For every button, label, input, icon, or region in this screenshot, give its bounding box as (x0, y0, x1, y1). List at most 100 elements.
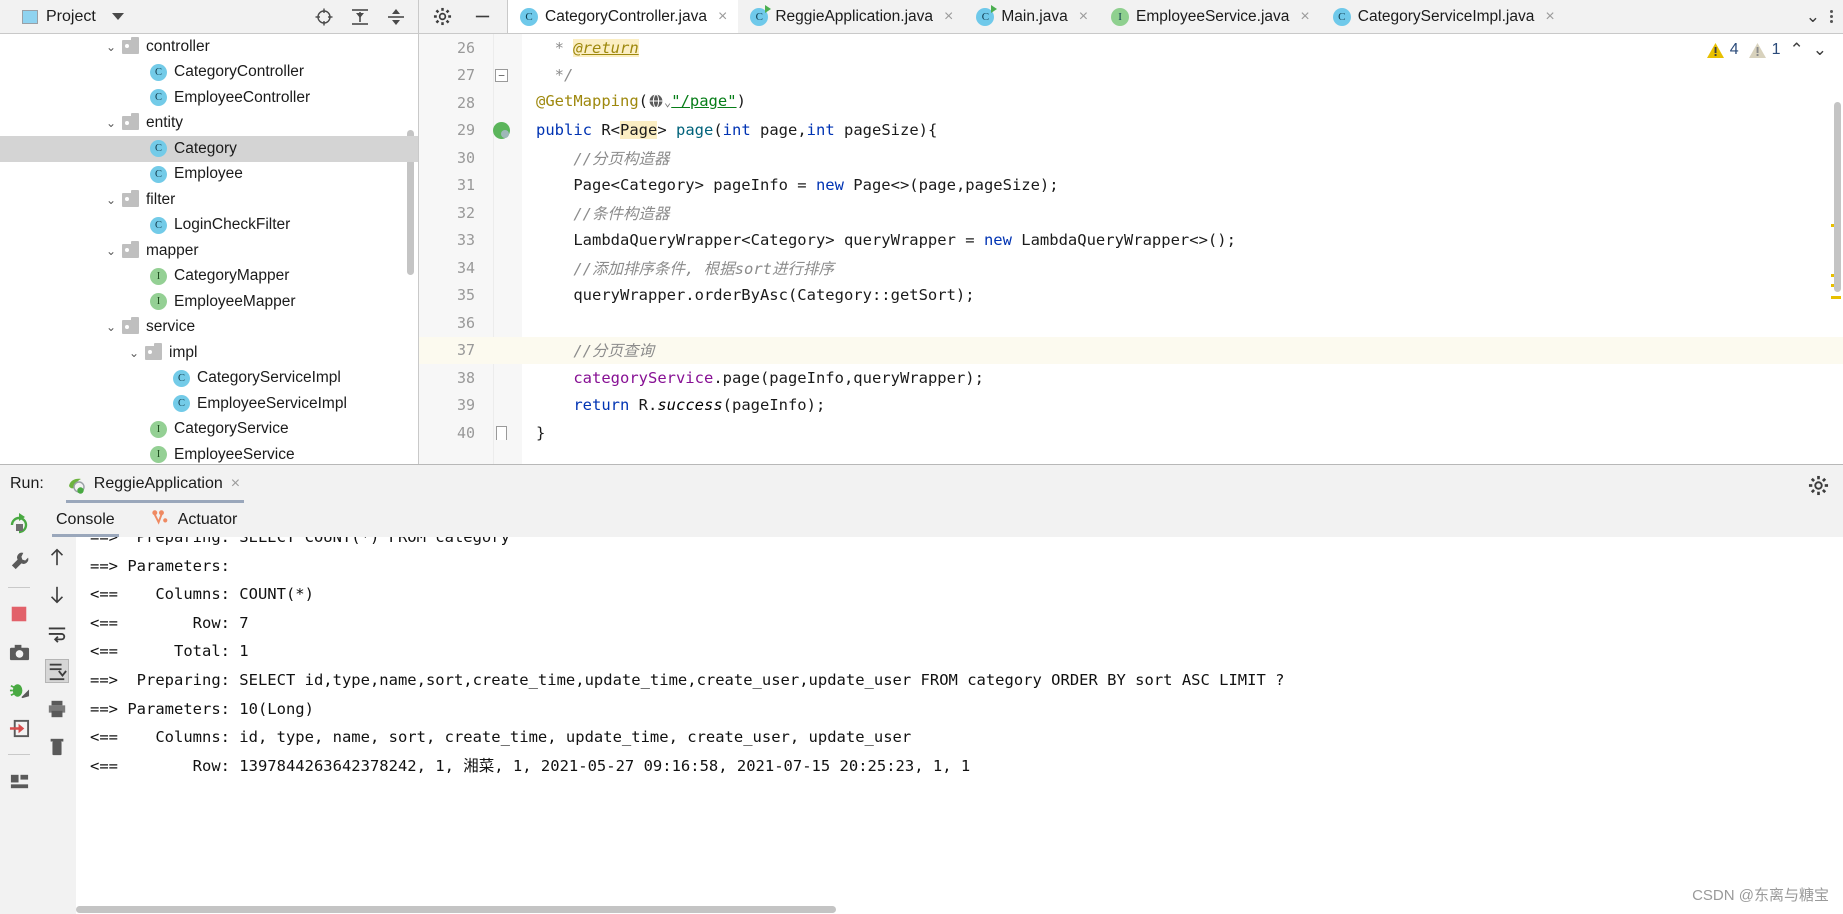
collapse-all-icon[interactable] (386, 7, 406, 27)
tree-item-logincheckfilter[interactable]: C LoginCheckFilter (0, 213, 418, 239)
tree-item-employee[interactable]: C Employee (0, 162, 418, 188)
editor-tab-label: EmployeeService.java (1136, 7, 1290, 25)
code-line[interactable]: 26 * @return (419, 34, 1843, 62)
code-line[interactable]: 37 //分页查询 (419, 337, 1843, 365)
stop-icon[interactable] (7, 602, 31, 626)
code-line[interactable]: 28 @GetMapping(⌄"/page") (419, 89, 1843, 117)
tree-item-filter[interactable]: ⌄ filter (0, 187, 418, 213)
minimize-icon[interactable] (473, 7, 493, 27)
layout-icon[interactable] (7, 769, 31, 793)
code-line[interactable]: 31 Page<Category> pageInfo = new Page<>(… (419, 172, 1843, 200)
chevron-down-icon[interactable]: ⌄ (104, 244, 118, 258)
close-icon[interactable]: × (1300, 8, 1309, 26)
code-editor[interactable]: 4 1 ⌃ ⌄ 26 * @return 27− */28 @GetMapping(… (419, 34, 1843, 464)
code-line[interactable]: 36 (419, 309, 1843, 337)
gear-icon[interactable] (433, 7, 453, 27)
chevron-down-icon[interactable]: ⌄ (1806, 7, 1820, 27)
code-line-text: * @return (554, 38, 639, 57)
tree-item-employeecontroller[interactable]: C EmployeeController (0, 85, 418, 111)
project-icon (22, 9, 38, 24)
line-number: 29 (456, 121, 475, 140)
gutter-marker[interactable] (481, 425, 522, 440)
close-icon[interactable]: × (1545, 8, 1554, 26)
export-icon[interactable] (7, 716, 31, 740)
run-configuration-tab[interactable]: ReggieApplication × (60, 465, 250, 503)
tree-item-categorymapper[interactable]: I CategoryMapper (0, 264, 418, 290)
folder-icon (122, 240, 139, 258)
chevron-down-icon[interactable]: ⌄ (104, 116, 118, 130)
run-header: Run: ReggieApplication × (0, 465, 1843, 503)
close-icon[interactable]: × (231, 475, 240, 493)
code-line[interactable]: 27 − */ (419, 62, 1843, 90)
tree-item-categoryservice[interactable]: I CategoryService (0, 417, 418, 443)
debug-icon[interactable] (7, 678, 31, 702)
tree-item-category[interactable]: C Category (0, 136, 418, 162)
project-tree[interactable]: ⌄ controller C CategoryController C EmployeeC… (0, 34, 419, 464)
tree-item-categorycontroller[interactable]: C CategoryController (0, 60, 418, 86)
run-label: Run: (10, 475, 44, 492)
spring-bean-gutter-icon[interactable] (493, 121, 510, 139)
gutter-marker[interactable]: − (481, 68, 522, 82)
chevron-down-icon[interactable]: ⌄ (127, 346, 141, 360)
tree-item-employeeserviceimpl[interactable]: C EmployeeServiceImpl (0, 391, 418, 417)
close-icon[interactable]: × (944, 8, 953, 26)
tree-item-employeemapper[interactable]: I EmployeeMapper (0, 289, 418, 315)
editor-tab-3[interactable]: I EmployeeService.java × (1099, 0, 1321, 33)
code-line[interactable]: 34 //添加排序条件, 根据sort进行排序 (419, 254, 1843, 282)
close-icon[interactable]: × (1079, 8, 1088, 26)
expand-all-icon[interactable] (350, 7, 370, 27)
chevron-down-icon[interactable]: ⌄ (104, 320, 118, 334)
gutter-marker[interactable] (481, 121, 522, 139)
line-number: 34 (456, 258, 475, 277)
scroll-down-icon[interactable] (45, 583, 69, 607)
run-settings-gear-icon[interactable] (1808, 475, 1829, 500)
folder-icon (122, 317, 139, 335)
editor-tab-1[interactable]: C ReggieApplication.java × (738, 0, 964, 33)
code-line[interactable]: 35 queryWrapper.orderByAsc(Category::get… (419, 282, 1843, 310)
tree-item-mapper[interactable]: ⌄ mapper (0, 238, 418, 264)
locate-icon[interactable] (314, 7, 334, 27)
tab-actuator[interactable]: Actuator (147, 503, 242, 537)
editor-tab-2[interactable]: C Main.java × (964, 0, 1099, 33)
wrench-icon[interactable] (7, 549, 31, 573)
rerun-icon[interactable] (7, 511, 31, 535)
scroll-to-end-icon[interactable] (45, 659, 69, 683)
code-line[interactable]: 38 categoryService.page(pageInfo,queryWr… (419, 364, 1843, 392)
console-output[interactable]: CSDN @东离与糖宝 ==> Preparing: SELECT COUNT(… (76, 537, 1843, 914)
tree-item-controller[interactable]: ⌄ controller (0, 34, 418, 60)
web-endpoint-icon[interactable] (648, 93, 664, 113)
editor-tab-4[interactable]: C CategoryServiceImpl.java × (1321, 0, 1566, 33)
project-panel-header: Project (0, 0, 419, 33)
chevron-down-icon[interactable]: ⌄ (104, 40, 118, 54)
more-options-icon[interactable] (1830, 10, 1833, 23)
main-area: ⌄ controller C CategoryController C EmployeeC… (0, 34, 1843, 464)
code-line[interactable]: 33 LambdaQueryWrapper<Category> queryWra… (419, 227, 1843, 255)
tab-console[interactable]: Console (52, 503, 119, 537)
code-line[interactable]: 29 public R<Page> page(int page,int pageS… (419, 117, 1843, 145)
chevron-down-icon[interactable]: ⌄ (104, 193, 118, 207)
fold-end-icon[interactable] (496, 425, 507, 440)
soft-wrap-icon[interactable] (45, 621, 69, 645)
console-horizontal-scrollbar[interactable] (76, 906, 836, 913)
actuator-tab-label: Actuator (177, 511, 238, 528)
scroll-up-icon[interactable] (45, 545, 69, 569)
code-line[interactable]: 39 return R.success(pageInfo); (419, 392, 1843, 420)
tree-item-entity[interactable]: ⌄ entity (0, 111, 418, 137)
tree-item-label: CategoryController (174, 63, 305, 81)
editor-tab-label: CategoryController.java (545, 7, 707, 25)
chevron-down-icon[interactable] (111, 13, 124, 20)
camera-icon[interactable] (7, 640, 31, 664)
print-icon[interactable] (45, 697, 69, 721)
tree-item-categoryserviceimpl[interactable]: C CategoryServiceImpl (0, 366, 418, 392)
code-line[interactable]: 32 //条件构造器 (419, 199, 1843, 227)
code-line[interactable]: 30 //分页构造器 (419, 144, 1843, 172)
editor-tab-0[interactable]: C CategoryController.java × (508, 0, 739, 33)
tree-item-employeeservice[interactable]: I EmployeeService (0, 442, 418, 464)
folder-icon (122, 113, 139, 131)
fold-minus-icon[interactable]: − (495, 68, 508, 82)
code-line[interactable]: 40} (419, 419, 1843, 447)
close-icon[interactable]: × (718, 8, 727, 26)
trash-icon[interactable] (45, 735, 69, 759)
tree-item-impl[interactable]: ⌄ impl (0, 340, 418, 366)
tree-item-service[interactable]: ⌄ service (0, 315, 418, 341)
